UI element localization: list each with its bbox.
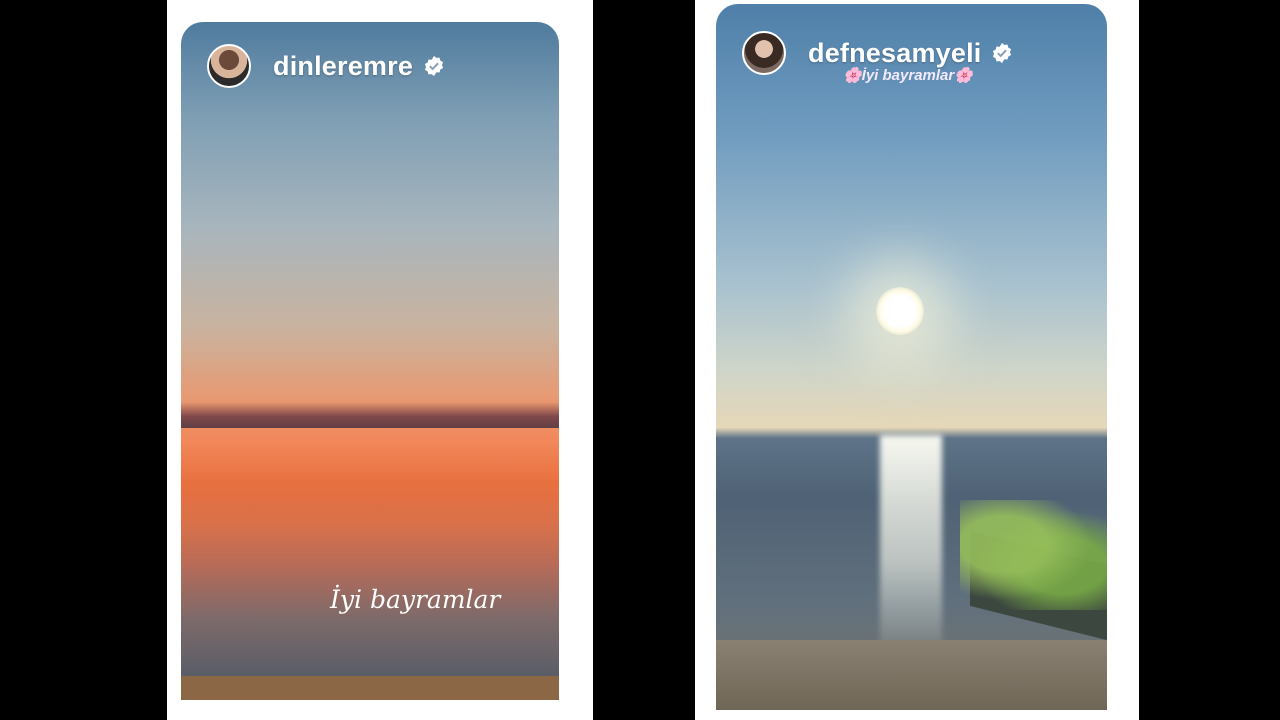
avatar[interactable]	[207, 44, 251, 88]
story-caption: İyi bayramlar	[330, 585, 501, 614]
sun	[876, 287, 924, 335]
story-header-left: dinleremre	[207, 44, 445, 88]
avatar[interactable]	[742, 31, 786, 75]
cloud-band	[181, 402, 559, 428]
verified-badge-icon	[424, 55, 444, 77]
username[interactable]: dinleremre	[273, 51, 413, 82]
sun-reflection	[880, 435, 942, 645]
foliage	[960, 500, 1107, 610]
shoreline	[716, 640, 1107, 710]
story-caption: 🌸İyi bayramlar🌸	[843, 67, 973, 84]
username[interactable]: defnesamyeli	[808, 38, 981, 69]
beach-sand	[181, 676, 559, 700]
verified-badge-icon	[993, 42, 1012, 64]
